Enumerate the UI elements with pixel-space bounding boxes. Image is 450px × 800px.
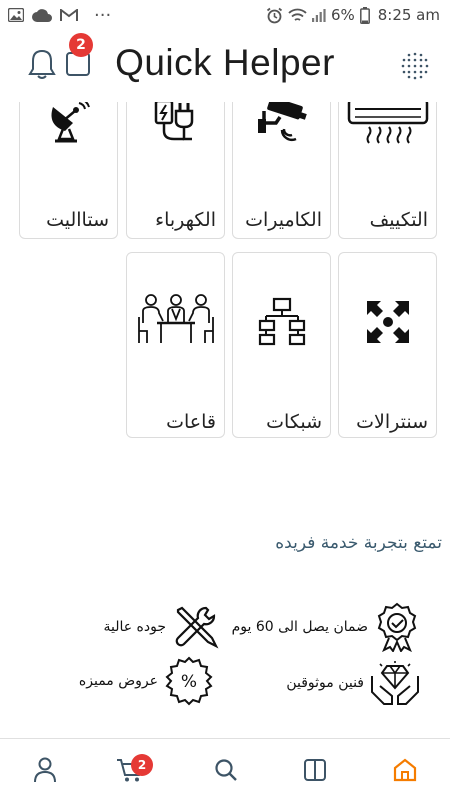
home-icon[interactable]: [390, 755, 420, 785]
bell-icon[interactable]: [28, 48, 56, 83]
air-conditioner-icon: [339, 97, 436, 147]
dot-grid-icon[interactable]: [401, 52, 429, 83]
satellite-dish-icon: [20, 97, 117, 145]
service-card-halls[interactable]: قاعات: [126, 252, 225, 438]
service-label-switchboards: سنترالات: [356, 411, 428, 433]
feature-quality-text: جوده عالية: [103, 619, 166, 635]
discount-badge-icon: %: [164, 656, 214, 706]
notification-badge: 2: [69, 33, 93, 57]
meeting-room-icon: [127, 293, 224, 345]
service-label-satellite: ستااليت: [46, 209, 109, 231]
security-camera-icon: [233, 97, 330, 145]
search-icon[interactable]: [211, 755, 241, 785]
section-title: تمتع بتجربة خدمة فريده: [275, 533, 442, 553]
service-card-networks[interactable]: شبكات: [232, 252, 331, 438]
service-label-electricity: الكهرباء: [155, 209, 216, 231]
bottom-nav: 2: [0, 738, 450, 800]
layout-icon[interactable]: [300, 755, 330, 785]
service-label-networks: شبكات: [266, 411, 322, 433]
converging-arrows-icon: [339, 297, 436, 347]
cart-badge: 2: [131, 754, 153, 776]
feature-guarantee: ضمان يصل الى 60 يوم: [232, 602, 420, 652]
service-label-cameras: الكاميرات: [245, 209, 322, 231]
service-card-switchboards[interactable]: سنترالات: [338, 252, 437, 438]
app-header: Quick Helper 2: [0, 30, 450, 102]
service-label-ac: التكييف: [369, 209, 428, 231]
feature-offers-text: عروض مميزه: [78, 673, 158, 689]
guarantee-badge-icon: [374, 602, 420, 652]
feature-offers: % عروض مميزه: [79, 656, 214, 706]
feature-trusted: فنين موثوقين: [286, 660, 420, 706]
tools-icon: [172, 604, 220, 650]
electric-plug-icon: [127, 97, 224, 145]
service-label-halls: قاعات: [166, 411, 216, 433]
profile-icon[interactable]: [30, 755, 60, 785]
diamond-hands-icon: [370, 660, 420, 706]
svg-text:%: %: [181, 672, 197, 692]
feature-guarantee-text: ضمان يصل الى 60 يوم: [231, 619, 368, 635]
feature-quality: جوده عالية: [103, 604, 220, 650]
network-icon: [233, 297, 330, 347]
feature-trusted-text: فنين موثوقين: [286, 675, 364, 691]
